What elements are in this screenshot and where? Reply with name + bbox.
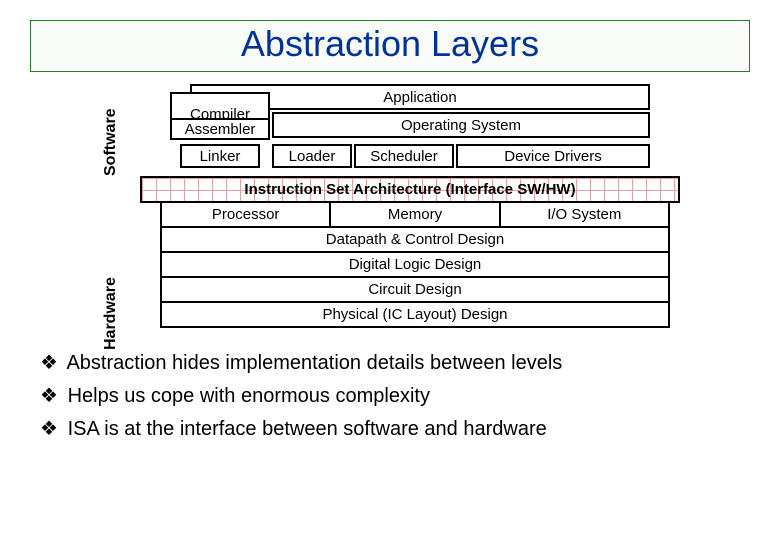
circuit-box: Circuit Design <box>160 276 670 303</box>
datapath-box: Datapath & Control Design <box>160 226 670 253</box>
bullet-text: ISA is at the interface between software… <box>68 418 547 440</box>
software-layers: Application Compiler Assembler Operating… <box>160 84 670 174</box>
bullet-text: Helps us cope with enormous complexity <box>68 385 430 407</box>
hardware-layers: Processor Memory I/O System Datapath & C… <box>160 203 670 328</box>
physical-box: Physical (IC Layout) Design <box>160 301 670 328</box>
loader-box: Loader <box>272 144 352 168</box>
diamond-icon: ❖ <box>40 416 62 441</box>
digital-box: Digital Logic Design <box>160 251 670 278</box>
assembler-box: Assembler <box>170 118 270 140</box>
bullet-list: ❖ Abstraction hides implementation detai… <box>40 350 750 441</box>
slide-title: Abstraction Layers <box>31 23 749 65</box>
diamond-icon: ❖ <box>40 383 62 408</box>
title-box: Abstraction Layers <box>30 20 750 72</box>
scheduler-box: Scheduler <box>354 144 454 168</box>
bullet-text: Abstraction hides implementation details… <box>66 352 562 374</box>
drivers-box: Device Drivers <box>456 144 650 168</box>
linker-box: Linker <box>180 144 260 168</box>
diamond-icon: ❖ <box>40 350 62 375</box>
bullet-item: ❖ Abstraction hides implementation detai… <box>40 350 750 375</box>
bullet-item: ❖ Helps us cope with enormous complexity <box>40 383 750 408</box>
hardware-label: Hardware <box>102 274 120 354</box>
os-box: Operating System <box>272 112 650 138</box>
io-box: I/O System <box>499 201 670 228</box>
diagram: Software Hardware Application Compiler A… <box>140 84 680 328</box>
memory-box: Memory <box>329 201 500 228</box>
software-label: Software <box>102 102 120 182</box>
bullet-item: ❖ ISA is at the interface between softwa… <box>40 416 750 441</box>
slide: Abstraction Layers Software Hardware App… <box>0 0 780 469</box>
isa-row: Instruction Set Architecture (Interface … <box>140 176 680 203</box>
processor-box: Processor <box>160 201 331 228</box>
